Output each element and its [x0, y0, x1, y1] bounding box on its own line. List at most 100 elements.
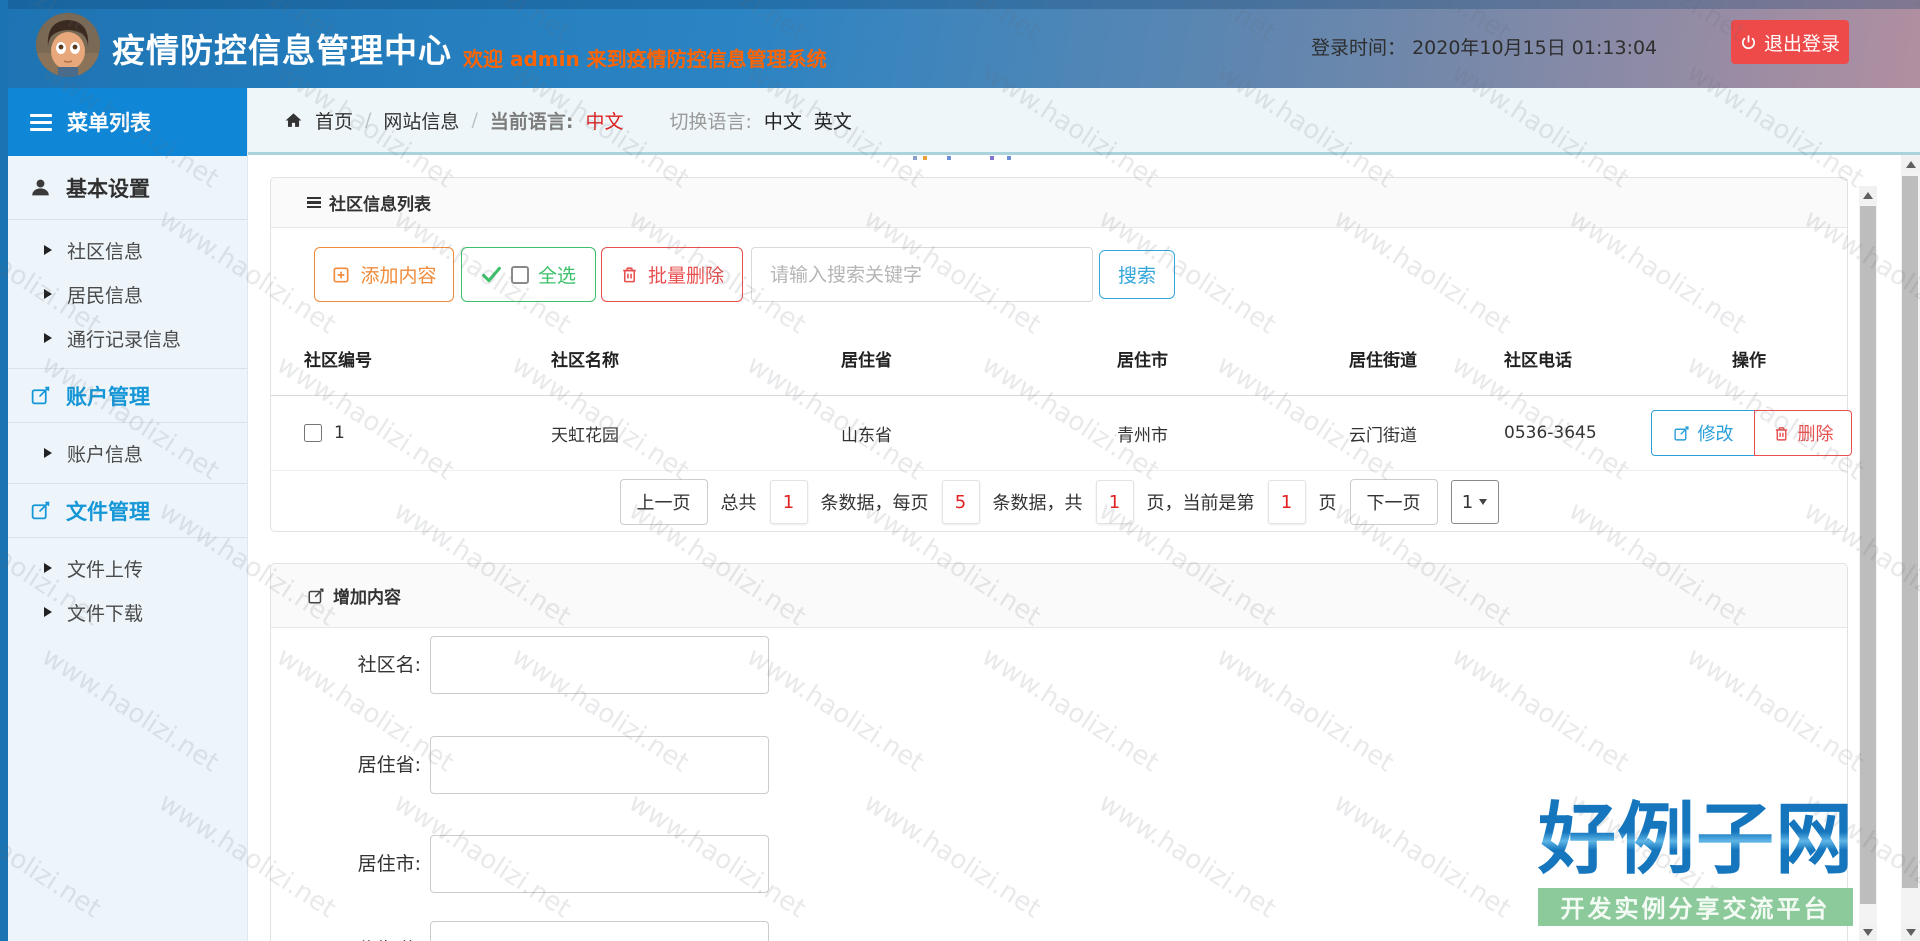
form-row-street: 居住街道:: [271, 921, 1847, 941]
select-all-checkbox[interactable]: [511, 266, 529, 284]
cell-community-name: 天虹花园: [551, 421, 841, 446]
sidebar-item-community-info[interactable]: 社区信息: [0, 228, 247, 272]
scroll-down-arrow[interactable]: [1859, 923, 1877, 941]
province-field[interactable]: [430, 736, 769, 794]
logout-label: 退出登录: [1764, 29, 1840, 56]
pagination-text: 总共: [721, 489, 757, 515]
next-page-button[interactable]: 下一页: [1350, 479, 1438, 525]
caret-right-icon: [44, 333, 52, 343]
breadcrumb-separator: /: [471, 109, 477, 131]
row-checkbox[interactable]: [304, 424, 322, 442]
breadcrumb-site-info[interactable]: 网站信息: [383, 107, 459, 134]
home-icon: [284, 111, 303, 130]
cell-province: 山东省: [841, 421, 1117, 446]
sidebar-section-file-mgmt[interactable]: 文件管理: [0, 483, 247, 538]
page-select[interactable]: 1: [1451, 480, 1499, 524]
scroll-up-arrow[interactable]: [1901, 155, 1920, 173]
main-content: 社区信息列表 添加内容 全选: [248, 155, 1901, 941]
item-label: 通行记录信息: [67, 325, 181, 352]
form-row-province: 居住省:: [271, 736, 1847, 794]
inner-scrollbar[interactable]: [1859, 186, 1877, 941]
community-name-label: 社区名:: [271, 636, 421, 694]
sidebar-item-resident-info[interactable]: 居民信息: [0, 272, 247, 316]
logout-button[interactable]: 退出登录: [1731, 20, 1849, 64]
top-header: 疫情防控信息管理中心 欢迎 admin 来到疫情防控信息管理系统 登录时间： 2…: [0, 0, 1920, 88]
language-option-chinese[interactable]: 中文: [764, 107, 802, 134]
scroll-down-arrow[interactable]: [1901, 923, 1920, 941]
sidebar-menu-title[interactable]: 菜单列表: [0, 88, 247, 156]
column-header: 社区编号: [271, 346, 551, 371]
caret-right-icon: [44, 245, 52, 255]
item-label: 文件上传: [67, 555, 143, 582]
select-all-button[interactable]: 全选: [461, 247, 596, 302]
sidebar-section-account-mgmt[interactable]: 账户管理: [0, 368, 247, 423]
caret-right-icon: [44, 563, 52, 573]
app-title: 疫情防控信息管理中心: [112, 24, 452, 72]
caret-right-icon: [44, 607, 52, 617]
column-header: 居住街道: [1349, 346, 1504, 371]
current-language-value: 中文: [585, 107, 623, 134]
switch-language-label: 切换语言:: [669, 107, 751, 134]
power-icon: [1740, 34, 1757, 51]
inner-scrollbar-thumb[interactable]: [1860, 206, 1876, 904]
user-icon: [30, 177, 51, 198]
sidebar-section-basic-settings[interactable]: 基本设置: [0, 156, 247, 220]
current-language-label: 当前语言:: [490, 107, 574, 134]
language-option-english[interactable]: 英文: [814, 107, 852, 134]
search-button[interactable]: 搜索: [1099, 250, 1175, 299]
delete-button[interactable]: 删除: [1754, 410, 1852, 456]
welcome-text: 欢迎 admin 来到疫情防控信息管理系统: [463, 43, 827, 72]
sidebar-group-file: 文件上传 文件下载: [0, 538, 247, 642]
cell-phone: 0536-3645: [1504, 423, 1651, 443]
community-id-value: 1: [334, 423, 345, 443]
item-label: 账户信息: [67, 440, 143, 467]
batch-delete-button[interactable]: 批量删除: [601, 247, 743, 302]
add-panel-header: 增加内容: [271, 564, 1847, 628]
add-panel-title: 增加内容: [333, 583, 401, 608]
prev-page-button[interactable]: 上一页: [620, 479, 708, 525]
trash-icon: [1773, 425, 1790, 442]
column-header: 居住省: [841, 346, 1117, 371]
menu-title-label: 菜单列表: [67, 107, 151, 137]
sidebar-group-account: 账户信息: [0, 423, 247, 483]
section-label: 账户管理: [66, 381, 150, 411]
delete-label: 删除: [1798, 420, 1834, 446]
per-page-badge: 5: [942, 480, 980, 524]
city-field[interactable]: [430, 835, 769, 893]
chevron-down-icon: [1479, 499, 1487, 505]
list-icon: [307, 197, 321, 209]
current-page-badge: 1: [1268, 480, 1306, 524]
form-row-community-name: 社区名:: [271, 636, 1847, 694]
edit-square-icon: [30, 500, 51, 521]
outer-scrollbar-thumb[interactable]: [1902, 176, 1918, 888]
cell-street: 云门街道: [1349, 421, 1504, 446]
scroll-up-arrow[interactable]: [1859, 186, 1877, 204]
add-content-button[interactable]: 添加内容: [314, 247, 454, 302]
sidebar-item-file-download[interactable]: 文件下载: [0, 590, 247, 634]
scroll-clipped-content: [1007, 156, 1011, 160]
total-count-badge: 1: [770, 480, 808, 524]
item-label: 居民信息: [67, 281, 143, 308]
outer-scrollbar[interactable]: [1901, 155, 1920, 941]
sidebar-item-account-info[interactable]: 账户信息: [0, 431, 247, 475]
cell-city: 青州市: [1117, 421, 1349, 446]
search-input[interactable]: [751, 247, 1093, 302]
caret-right-icon: [44, 289, 52, 299]
cell-operations: 修改 删除: [1651, 410, 1852, 456]
province-label: 居住省:: [271, 736, 421, 794]
page-count-badge: 1: [1096, 480, 1134, 524]
street-field[interactable]: [430, 921, 769, 941]
community-list-panel: 社区信息列表 添加内容 全选: [270, 177, 1848, 532]
sidebar-item-file-upload[interactable]: 文件上传: [0, 546, 247, 590]
edit-button[interactable]: 修改: [1651, 410, 1755, 456]
breadcrumb-home[interactable]: 首页: [315, 107, 353, 134]
check-icon: [481, 264, 502, 285]
menu-icon: [30, 114, 52, 131]
avatar: [36, 13, 100, 77]
add-content-label: 添加内容: [360, 261, 436, 288]
community-name-field[interactable]: [430, 636, 769, 694]
sidebar-item-pass-records[interactable]: 通行记录信息: [0, 316, 247, 360]
login-time-label: 登录时间：: [1311, 37, 1406, 59]
cell-community-id: 1: [271, 423, 551, 443]
pagination-text: 条数据，共: [993, 489, 1083, 515]
